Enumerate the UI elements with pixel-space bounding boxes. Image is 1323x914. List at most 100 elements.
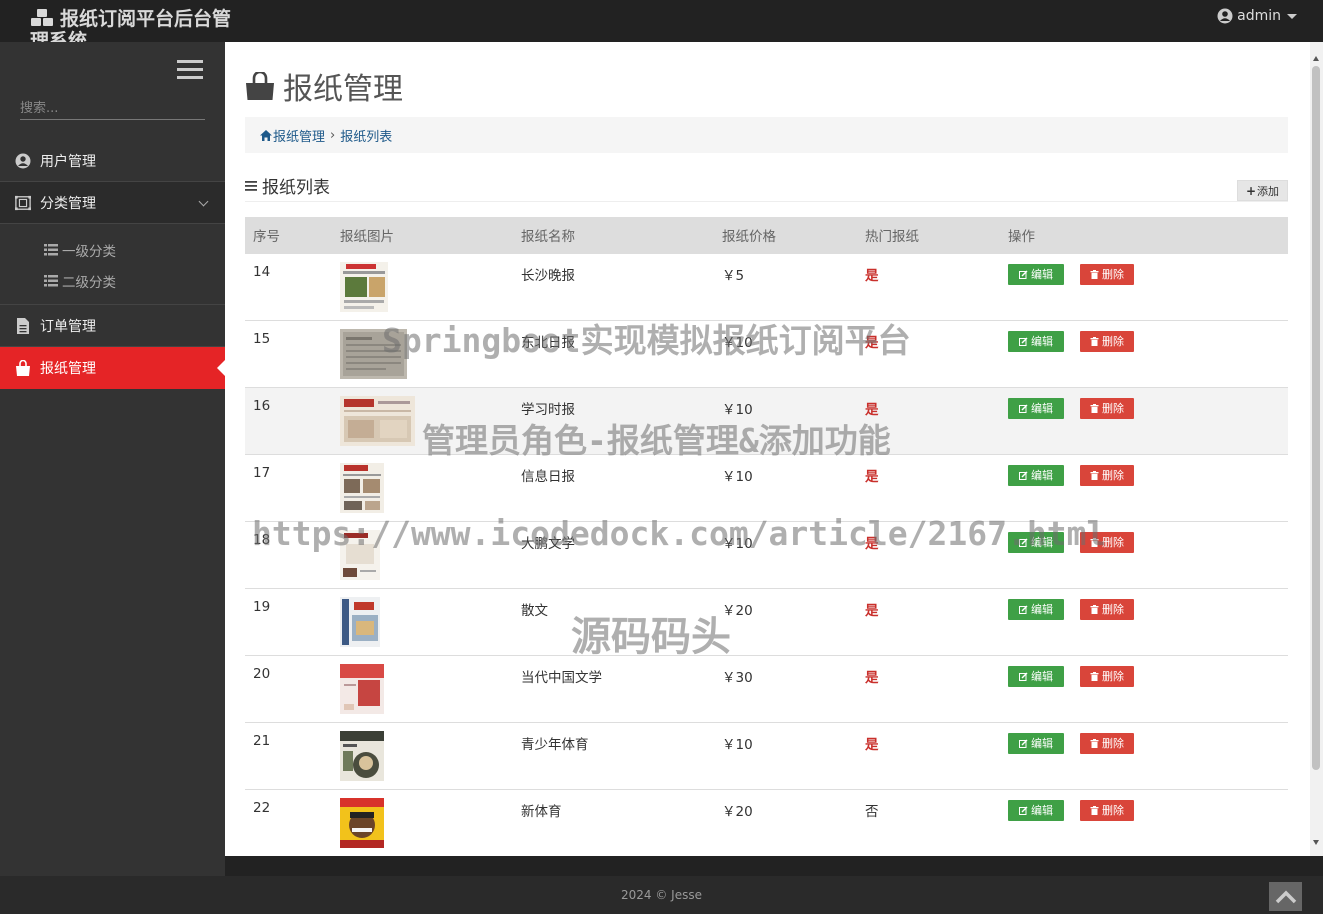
edit-button-label: 编辑: [1031, 603, 1053, 616]
delete-button-label: 删除: [1102, 603, 1124, 616]
scroll-down-icon[interactable]: [1313, 840, 1319, 845]
menu-lines-icon: [245, 180, 257, 191]
add-button[interactable]: + 添加: [1237, 180, 1288, 201]
caret-down-icon: [1287, 13, 1297, 19]
delete-button[interactable]: 删除: [1080, 263, 1134, 285]
delete-button[interactable]: 删除: [1080, 598, 1134, 620]
delete-button[interactable]: 删除: [1080, 330, 1134, 352]
column-header-actions[interactable]: 操作: [1000, 217, 1288, 253]
home-icon: [260, 129, 272, 141]
cell-id: 14: [245, 252, 332, 320]
cell-hot: 是: [857, 386, 1000, 454]
cell-hot: 否: [857, 788, 1000, 856]
delete-button[interactable]: 删除: [1080, 799, 1134, 821]
cell-actions: 编辑 删除: [1000, 386, 1288, 454]
divider: [245, 201, 1288, 202]
delete-button[interactable]: 删除: [1080, 397, 1134, 419]
edit-button[interactable]: 编辑: [1008, 799, 1064, 821]
trash-icon: [1090, 805, 1099, 815]
scrollbar-thumb[interactable]: [1312, 66, 1320, 770]
cell-image: [332, 654, 513, 722]
newspaper-thumbnail: [340, 328, 407, 379]
cell-id: 15: [245, 319, 332, 387]
column-header-image[interactable]: 报纸图片: [332, 217, 513, 253]
delete-button[interactable]: 删除: [1080, 531, 1134, 553]
trash-icon: [1090, 738, 1099, 748]
table-header-row: 序号 报纸图片 报纸名称 报纸价格 热门报纸 操作: [245, 217, 1288, 253]
cell-id: 22: [245, 788, 332, 856]
cell-id: 21: [245, 721, 332, 789]
edit-button[interactable]: 编辑: [1008, 732, 1064, 754]
category-icon: [15, 195, 31, 210]
edit-button[interactable]: 编辑: [1008, 464, 1064, 486]
back-to-top-button[interactable]: [1269, 882, 1302, 911]
table-row: 19 散文 ￥20 是 编辑 删除: [245, 587, 1288, 655]
sidebar-item-newspapers[interactable]: 报纸管理: [0, 347, 225, 389]
sidebar-item-label: 用户管理: [40, 153, 96, 170]
edit-icon: [1019, 337, 1028, 346]
scrollbar[interactable]: [1310, 42, 1323, 856]
menu-toggle-icon[interactable]: [177, 60, 203, 80]
trash-icon: [1090, 604, 1099, 614]
newspaper-table: 序号 报纸图片 报纸名称 报纸价格 热门报纸 操作 14 长沙晚报 ￥5 是 编…: [245, 217, 1288, 856]
table-row: 20 当代中国文学 ￥30 是 编辑 删除: [245, 654, 1288, 722]
trash-icon: [1090, 336, 1099, 346]
delete-button-label: 删除: [1102, 268, 1124, 281]
sidebar-item-users[interactable]: 用户管理: [0, 140, 225, 182]
delete-button[interactable]: 删除: [1080, 464, 1134, 486]
cell-hot: 是: [857, 654, 1000, 722]
cell-name: 东北日报: [513, 319, 714, 387]
cell-name: 青少年体育: [513, 721, 714, 789]
newspaper-thumbnail: [340, 529, 380, 580]
table-row: 15 东北日报 ￥10 是 编辑 删除: [245, 319, 1288, 387]
edit-icon: [1019, 672, 1028, 681]
cell-actions: 编辑 删除: [1000, 721, 1288, 789]
table-row: 14 长沙晚报 ￥5 是 编辑 删除: [245, 252, 1288, 320]
edit-button[interactable]: 编辑: [1008, 330, 1064, 352]
delete-button[interactable]: 删除: [1080, 665, 1134, 687]
edit-button[interactable]: 编辑: [1008, 531, 1064, 553]
edit-button[interactable]: 编辑: [1008, 665, 1064, 687]
edit-button-label: 编辑: [1031, 804, 1053, 817]
sidebar-item-orders[interactable]: 订单管理: [0, 305, 225, 347]
search-input[interactable]: [20, 98, 205, 120]
sidebar-item-categories[interactable]: 分类管理: [0, 182, 225, 224]
cell-price: ￥10: [714, 520, 857, 588]
delete-button[interactable]: 删除: [1080, 732, 1134, 754]
cell-image: [332, 319, 513, 387]
cell-image: [332, 386, 513, 454]
edit-icon: [1019, 739, 1028, 748]
chevron-down-icon: [198, 196, 209, 207]
column-header-hot[interactable]: 热门报纸: [857, 217, 1000, 253]
cell-hot: 是: [857, 319, 1000, 387]
cell-image: [332, 520, 513, 588]
cell-price: ￥20: [714, 587, 857, 655]
delete-button-label: 删除: [1102, 804, 1124, 817]
cell-actions: 编辑 删除: [1000, 654, 1288, 722]
edit-button[interactable]: 编辑: [1008, 263, 1064, 285]
footer: 2024 © Jesse: [0, 876, 1323, 914]
sidebar-item-level1-category[interactable]: 一级分类: [0, 234, 225, 265]
cell-actions: 编辑 删除: [1000, 319, 1288, 387]
edit-button[interactable]: 编辑: [1008, 598, 1064, 620]
newspaper-thumbnail: [340, 797, 384, 848]
newspaper-thumbnail: [340, 730, 384, 781]
column-header-price[interactable]: 报纸价格: [714, 217, 857, 253]
user-menu[interactable]: admin: [1217, 8, 1297, 24]
cell-id: 16: [245, 386, 332, 454]
plus-icon: +: [1245, 183, 1257, 198]
page-title-text: 报纸管理: [283, 72, 403, 107]
sidebar-item-level2-category[interactable]: 二级分类: [0, 265, 225, 296]
edit-button-label: 编辑: [1031, 536, 1053, 549]
column-header-name[interactable]: 报纸名称: [513, 217, 714, 253]
column-header-id[interactable]: 序号: [245, 217, 332, 253]
breadcrumb-item-newspaper-management[interactable]: 报纸管理: [273, 126, 325, 145]
edit-button[interactable]: 编辑: [1008, 397, 1064, 419]
scroll-up-icon[interactable]: [1313, 56, 1319, 61]
cell-actions: 编辑 删除: [1000, 788, 1288, 856]
newspaper-thumbnail: [340, 261, 388, 312]
newspaper-thumbnail: [340, 596, 380, 647]
cell-price: ￥10: [714, 721, 857, 789]
breadcrumb-item-newspaper-list[interactable]: 报纸列表: [340, 126, 392, 145]
cell-image: [332, 587, 513, 655]
